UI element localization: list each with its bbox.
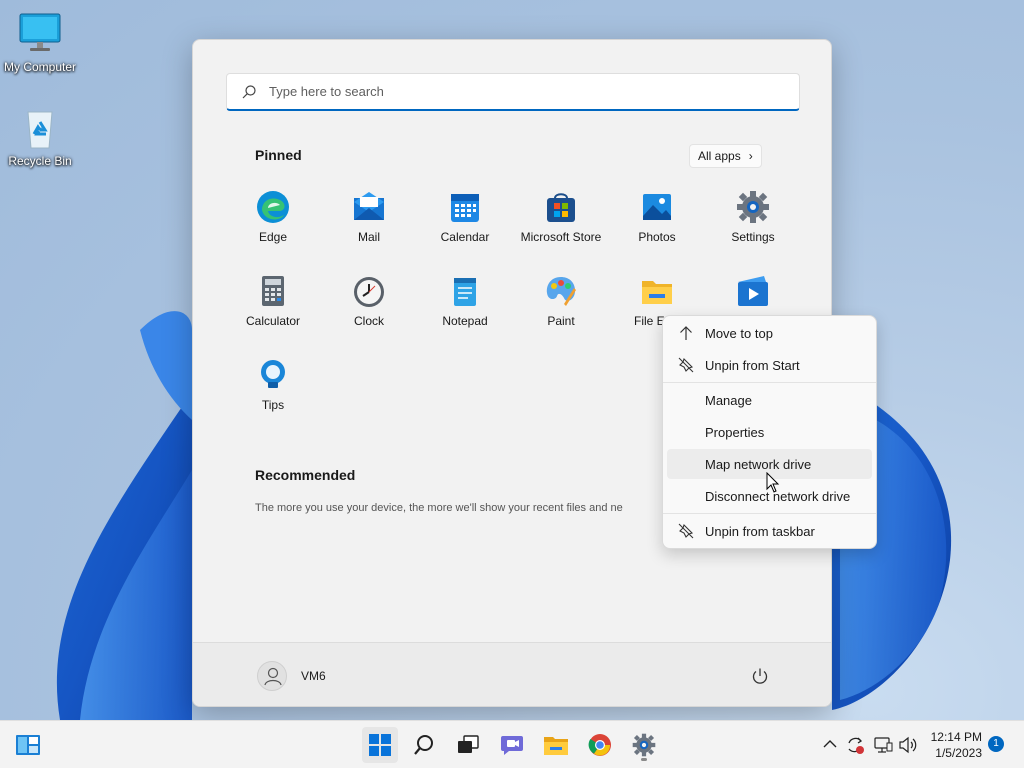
widgets-icon — [16, 735, 40, 755]
search-box[interactable] — [226, 73, 800, 111]
taskbar: 12:14 PM 1/5/2023 — [0, 720, 1024, 768]
app-label: Calendar — [440, 230, 490, 244]
app-label: Clock — [353, 314, 384, 328]
pinned-app-paint[interactable]: Paint — [513, 264, 609, 344]
menu-item-move-to-top[interactable]: Move to top — [667, 318, 872, 348]
desktop-icon-recycle-bin[interactable]: Recycle Bin — [0, 104, 80, 168]
edge-icon — [256, 190, 290, 224]
photos-icon — [640, 190, 674, 224]
notification-badge[interactable]: 1 — [988, 736, 1004, 752]
menu-item-unpin-from-taskbar[interactable]: Unpin from taskbar — [667, 516, 872, 546]
pinned-app-microsoft-store[interactable]: Microsoft Store — [513, 180, 609, 260]
clock-icon — [352, 274, 386, 308]
search-input[interactable] — [269, 84, 769, 99]
app-label: Tips — [261, 398, 285, 412]
pinned-app-calculator[interactable]: Calculator — [225, 264, 321, 344]
desktop-icon-my-computer[interactable]: My Computer — [0, 10, 80, 74]
menu-item-manage[interactable]: Manage — [667, 385, 872, 415]
pinned-app-edge[interactable]: Edge — [225, 180, 321, 260]
pinned-app-settings[interactable]: Settings — [705, 180, 801, 260]
recycle-bin-icon — [16, 104, 64, 152]
clock-widget[interactable]: 12:14 PM 1/5/2023 — [922, 729, 982, 761]
menu-item-label: Manage — [705, 392, 752, 408]
monitor-icon — [16, 10, 64, 58]
pinned-app-photos[interactable]: Photos — [609, 180, 705, 260]
network-icon[interactable] — [873, 735, 893, 755]
menu-item-label: Unpin from taskbar — [705, 523, 815, 539]
paint-icon — [544, 274, 578, 308]
mail-icon — [352, 190, 386, 224]
running-indicator — [641, 758, 647, 761]
menu-item-label: Unpin from Start — [705, 357, 800, 373]
user-account-button[interactable]: VM6 — [257, 661, 326, 691]
menu-item-properties[interactable]: Properties — [667, 417, 872, 447]
chrome-button[interactable] — [582, 727, 618, 763]
store-icon — [544, 190, 578, 224]
file-explorer-button[interactable] — [538, 727, 574, 763]
app-label: Notepad — [442, 314, 488, 328]
calendar-icon — [448, 190, 482, 224]
chrome-icon — [588, 734, 611, 756]
all-apps-label: All apps — [698, 149, 741, 163]
taskbar-search-button[interactable] — [406, 727, 442, 763]
app-label: Mail — [357, 230, 380, 244]
pinned-app-tips[interactable]: Tips — [225, 348, 321, 428]
search-icon — [414, 735, 433, 755]
recommended-empty-text: The more you use your device, the more w… — [255, 502, 623, 514]
menu-separator — [663, 513, 876, 514]
arrow-up-icon — [680, 326, 692, 340]
user-name: VM6 — [301, 669, 326, 683]
folder-icon — [544, 737, 568, 755]
time-text: 12:14 PM — [930, 730, 982, 744]
gear-icon — [632, 733, 656, 757]
mouse-cursor-icon — [766, 472, 780, 493]
pinned-app-clock[interactable]: Clock — [321, 264, 417, 344]
start-button[interactable] — [362, 727, 398, 763]
unpin-icon — [678, 357, 694, 373]
menu-separator — [663, 382, 876, 383]
power-icon[interactable] — [751, 667, 769, 685]
all-apps-button[interactable]: All apps › — [689, 144, 762, 168]
chat-icon — [501, 736, 523, 755]
context-menu: Move to top Unpin from Start Manage Prop… — [662, 315, 877, 549]
unpin-icon — [678, 523, 694, 539]
search-icon — [242, 84, 256, 98]
recommended-title: Recommended — [255, 467, 356, 483]
teams-chat-button[interactable] — [494, 727, 530, 763]
notepad-icon — [448, 274, 482, 308]
pinned-title: Pinned — [255, 147, 302, 163]
chevron-right-icon: › — [748, 149, 753, 163]
folder-icon — [640, 274, 674, 308]
pinned-app-mail[interactable]: Mail — [321, 180, 417, 260]
pinned-app-calendar[interactable]: Calendar — [417, 180, 513, 260]
app-label: Microsoft Store — [520, 230, 602, 244]
sync-error-icon[interactable] — [845, 735, 865, 755]
app-label: Photos — [638, 230, 676, 244]
gear-icon — [736, 190, 770, 224]
menu-item-label: Properties — [705, 424, 765, 440]
widgets-button[interactable] — [10, 727, 46, 763]
settings-taskbar-button[interactable] — [626, 727, 662, 763]
menu-item-label: Map network drive — [705, 456, 812, 472]
date-text: 1/5/2023 — [935, 746, 982, 760]
volume-icon[interactable] — [898, 736, 918, 754]
task-view-button[interactable] — [450, 727, 486, 763]
app-label: Calculator — [245, 314, 301, 328]
chevron-up-icon[interactable] — [823, 739, 837, 749]
calculator-icon — [256, 274, 290, 308]
windows-logo-icon — [369, 734, 391, 756]
desktop-icon-label: My Computer — [3, 60, 77, 74]
task-view-icon — [458, 735, 479, 753]
desktop-icon-label: Recycle Bin — [8, 154, 72, 168]
video-editor-icon — [736, 274, 770, 308]
menu-item-label: Move to top — [705, 325, 773, 341]
app-label: Edge — [258, 230, 288, 244]
start-menu-footer: VM6 — [193, 642, 831, 706]
pinned-app-notepad[interactable]: Notepad — [417, 264, 513, 344]
user-avatar-icon — [257, 661, 287, 691]
app-label: Settings — [731, 230, 775, 244]
menu-item-unpin-from-start[interactable]: Unpin from Start — [667, 350, 872, 380]
tips-icon — [256, 358, 290, 392]
app-label: Paint — [547, 314, 575, 328]
